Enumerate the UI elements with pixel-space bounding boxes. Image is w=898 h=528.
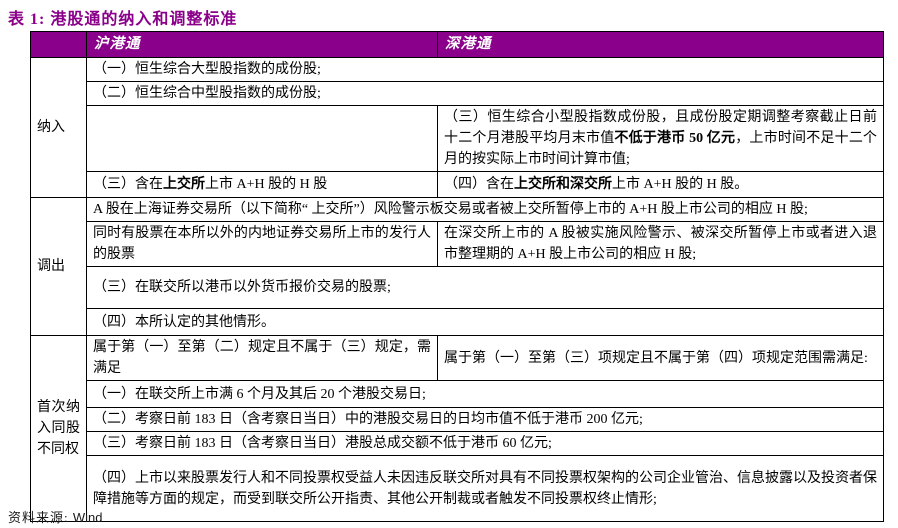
header-shenzhen-connect: 深港通 <box>437 31 884 58</box>
inclusion-criterion-4-sh: （三）含在上交所上市 A+H 股的 H 股 <box>86 171 438 198</box>
removal-criterion-2-sh: 同时有股票在本所以外的内地证券交易所上市的发行人的股票 <box>86 221 438 267</box>
hk-connect-criteria-table: 沪港通 深港通 纳入 （一）恒生综合大型股指数的成份股; （二）恒生综合中型股指… <box>30 31 884 522</box>
text-segment-bold: 上交所和深交所 <box>514 177 612 192</box>
wvr-scope-sh: 属于第（一）至第（二）规定且不属于（三）规定，需满足 <box>86 335 438 381</box>
inclusion-criterion-2: （二）恒生综合中型股指数的成份股; <box>86 81 884 106</box>
removal-criterion-3: （三）在联交所以港币以外货币报价交易的股票; <box>86 266 884 309</box>
text-segment-bold: 不低于港币 50 亿元 <box>614 131 736 146</box>
table-row: 调出 A 股在上海证券交易所（以下简称“ 上交所”）风险警示板交易或者被上交所暂… <box>30 197 884 336</box>
data-source-line: 资料来源: Wind <box>8 507 103 526</box>
header-shanghai-connect: 沪港通 <box>86 31 438 58</box>
wvr-criterion-4: （四）上市以来股票发行人和不同投票权受益人未因违反联交所对具有不同投票权架构的公… <box>86 455 884 522</box>
source-label: 资料来源: <box>8 510 69 525</box>
table-row: （二）恒生综合中型股指数的成份股; <box>31 81 884 106</box>
removal-criterion-1: A 股在上海证券交易所（以下简称“ 上交所”）风险警示板交易或者被上交所暂停上市… <box>86 197 884 222</box>
text-segment: 上市 A+H 股的 H 股 <box>205 177 328 192</box>
table-row: （一）在联交所上市满 6 个月及其后 20 个港股交易日; <box>31 380 884 408</box>
wvr-scope-sz: 属于第（一）至第（三）项规定且不属于第（四）项规定范围需满足: <box>437 335 884 381</box>
removal-criterion-2-sz: 在深交所上市的 A 股被实施风险警示、被深交所暂停上市或者进入退市整理期的 A+… <box>437 221 884 267</box>
inclusion-criterion-4-sz: （四）含在上交所和深交所上市 A+H 股的 H 股。 <box>437 171 884 198</box>
removal-criterion-4: （四）本所认定的其他情形。 <box>86 308 884 336</box>
text-segment-bold: 上交所 <box>163 177 205 192</box>
source-value: Wind <box>72 510 103 525</box>
table-row: 首次纳入同股不同权 属于第（一）至第（二）规定且不属于（三）规定，需满足 属于第… <box>30 335 884 522</box>
text-segment: （三）含在 <box>93 177 163 192</box>
table-row: （三）考察日前 183 日（含考察日当日）港股总成交额不低于港币 60 亿元; <box>31 431 884 456</box>
table-row: （三）在联交所以港币以外货币报价交易的股票; <box>31 266 884 309</box>
table-row: （三）恒生综合小型股指数成份股，且成份股定期调整考察截止日前十二个月港股平均月末… <box>31 105 884 172</box>
inclusion-criterion-1: （一）恒生综合大型股指数的成份股; <box>86 57 884 82</box>
header-empty-cell <box>30 31 87 58</box>
table-row: （三）含在上交所上市 A+H 股的 H 股 （四）含在上交所和深交所上市 A+H… <box>31 171 884 198</box>
inclusion-criterion-3-sh-empty <box>86 105 438 172</box>
wvr-criterion-2: （二）考察日前 183 日（含考察日当日）中的港股交易日的日均市值不低于港币 2… <box>86 407 884 432</box>
table-row: 纳入 （一）恒生综合大型股指数的成份股; <box>30 57 884 198</box>
inclusion-criterion-3-sz: （三）恒生综合小型股指数成份股，且成份股定期调整考察截止日前十二个月港股平均月末… <box>437 105 884 172</box>
row-label-wvr-first-inclusion: 首次纳入同股不同权 <box>30 335 87 522</box>
table-title: 表 1: 港股通的纳入和调整标准 <box>8 11 238 28</box>
row-label-inclusion: 纳入 <box>30 57 87 198</box>
report-page: 表 1: 港股通的纳入和调整标准 沪港通 深港通 纳入 （一）恒生综合大型股指数… <box>0 0 898 528</box>
table-row: （四）本所认定的其他情形。 <box>31 308 884 336</box>
table-row: （二）考察日前 183 日（含考察日当日）中的港股交易日的日均市值不低于港币 2… <box>31 407 884 432</box>
text-segment: 上市 A+H 股的 H 股。 <box>612 177 749 192</box>
table-row: 同时有股票在本所以外的内地证券交易所上市的发行人的股票 在深交所上市的 A 股被… <box>31 221 884 267</box>
row-label-removal: 调出 <box>30 197 87 336</box>
text-segment: （四）含在 <box>444 177 514 192</box>
wvr-criterion-3: （三）考察日前 183 日（含考察日当日）港股总成交额不低于港币 60 亿元; <box>86 431 884 456</box>
table-header-row: 沪港通 深港通 <box>30 31 884 58</box>
table-row: （四）上市以来股票发行人和不同投票权受益人未因违反联交所对具有不同投票权架构的公… <box>31 455 884 522</box>
wvr-criterion-1: （一）在联交所上市满 6 个月及其后 20 个港股交易日; <box>86 380 884 408</box>
